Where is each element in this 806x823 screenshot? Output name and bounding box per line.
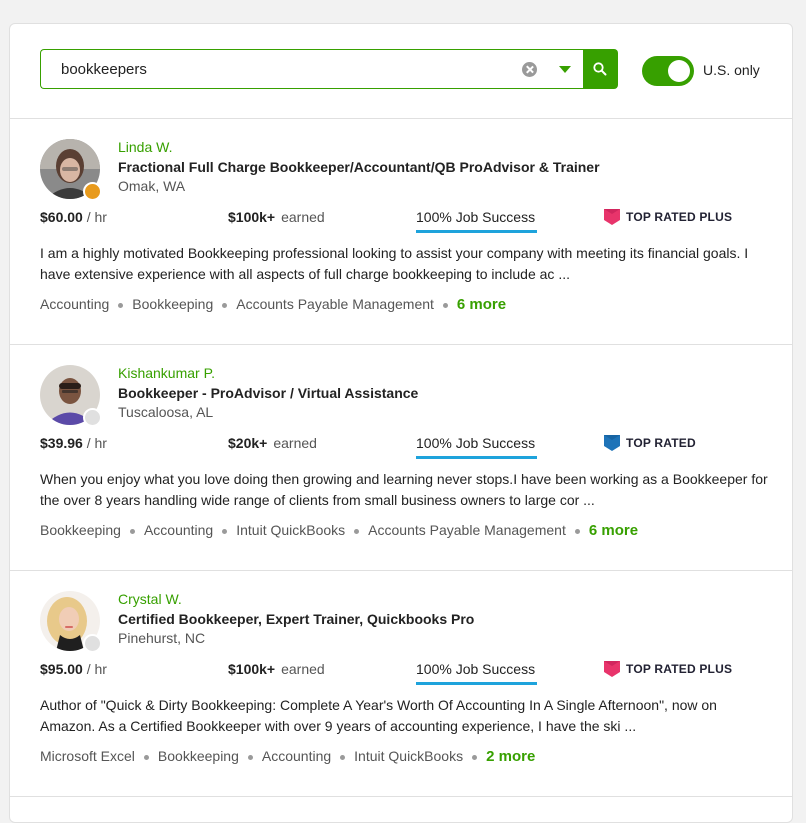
total-earned: $20k+ earned — [228, 435, 317, 451]
freelancer-location: Omak, WA — [118, 178, 186, 194]
us-only-toggle[interactable] — [642, 56, 694, 86]
separator-dot — [574, 528, 580, 534]
earned-label: earned — [273, 435, 317, 451]
clear-icon[interactable] — [522, 62, 537, 77]
rate-amount: $39.96 — [40, 435, 83, 451]
skill-tag[interactable]: Microsoft Excel — [40, 748, 135, 764]
freelancer-result[interactable]: Linda W. Fractional Full Charge Bookkeep… — [10, 119, 792, 345]
rate-unit: / hr — [86, 661, 107, 677]
skill-tag[interactable]: Accounting — [40, 296, 109, 312]
rate-amount: $60.00 — [40, 209, 83, 225]
status-offline-indicator — [83, 408, 102, 427]
more-skills-link[interactable]: 6 more — [589, 522, 638, 539]
toggle-knob — [668, 60, 690, 82]
freelancer-title: Bookkeeper - ProAdvisor / Virtual Assist… — [118, 385, 419, 401]
hourly-rate: $39.96 / hr — [40, 435, 107, 451]
earned-label: earned — [281, 209, 325, 225]
freelancer-name[interactable]: Kishankumar P. — [118, 365, 215, 381]
job-success-bar — [416, 456, 537, 459]
freelancer-title: Certified Bookkeeper, Expert Trainer, Qu… — [118, 611, 475, 627]
separator-dot — [143, 754, 149, 760]
separator-dot — [222, 528, 228, 534]
total-earned: $100k+ earned — [228, 209, 325, 225]
skill-tag[interactable]: Accounts Payable Management — [236, 296, 434, 312]
top-rated-plus-icon — [604, 209, 620, 225]
freelancer-name[interactable]: Linda W. — [118, 139, 172, 155]
skill-tag[interactable]: Bookkeeping — [40, 522, 121, 538]
status-away-indicator — [83, 182, 102, 201]
skill-tag[interactable]: Accounting — [144, 522, 213, 538]
top-rated-badge: TOP RATED — [626, 436, 696, 450]
separator-dot — [340, 754, 346, 760]
search-button[interactable] — [583, 49, 618, 89]
skill-tag[interactable]: Bookkeeping — [132, 296, 213, 312]
job-success: 100% Job Success — [416, 661, 536, 677]
skill-tag[interactable]: Intuit QuickBooks — [354, 748, 463, 764]
us-only-label: U.S. only — [703, 62, 760, 78]
freelancer-name[interactable]: Crystal W. — [118, 591, 182, 607]
separator-dot — [472, 754, 478, 760]
results-card: U.S. only Linda W. Fractional Full Charg… — [9, 23, 793, 823]
job-success: 100% Job Success — [416, 209, 536, 225]
separator-dot — [222, 302, 228, 308]
more-skills-link[interactable]: 2 more — [486, 748, 535, 765]
rate-amount: $95.00 — [40, 661, 83, 677]
search-input[interactable] — [61, 50, 501, 88]
freelancer-title: Fractional Full Charge Bookkeeper/Accoun… — [118, 159, 600, 175]
separator-dot — [118, 302, 124, 308]
skill-tag[interactable]: Intuit QuickBooks — [236, 522, 345, 538]
rate-unit: / hr — [86, 209, 107, 225]
skill-tag[interactable]: Bookkeeping — [158, 748, 239, 764]
more-skills-link[interactable]: 6 more — [457, 296, 506, 313]
top-rated-icon — [604, 435, 620, 451]
total-earned: $100k+ earned — [228, 661, 325, 677]
earned-label: earned — [281, 661, 325, 677]
search-bar: U.S. only — [10, 24, 792, 119]
freelancer-location: Pinehurst, NC — [118, 630, 206, 646]
skill-tag[interactable]: Accounts Payable Management — [368, 522, 566, 538]
freelancer-result[interactable]: Crystal W. Certified Bookkeeper, Expert … — [10, 571, 792, 797]
skills-list: Bookkeeping Accounting Intuit QuickBooks Ac… — [40, 522, 638, 539]
freelancer-location: Tuscaloosa, AL — [118, 404, 214, 420]
separator-dot — [442, 302, 448, 308]
freelancer-description: When you enjoy what you love doing then … — [40, 471, 768, 508]
top-rated-badge: TOP RATED PLUS — [626, 662, 733, 676]
freelancer-description: Author of "Quick & Dirty Bookkeeping: Co… — [40, 697, 717, 734]
skills-list: Accounting Bookkeeping Accounts Payable Ma… — [40, 296, 506, 313]
skill-tag[interactable]: Accounting — [262, 748, 331, 764]
top-rated-badge: TOP RATED PLUS — [626, 210, 733, 224]
separator-dot — [247, 754, 253, 760]
freelancer-result[interactable]: Kishankumar P. Bookkeeper - ProAdvisor /… — [10, 345, 792, 571]
hourly-rate: $95.00 / hr — [40, 661, 107, 677]
job-success-bar — [416, 682, 537, 685]
search-icon — [593, 62, 607, 76]
rate-unit: / hr — [86, 435, 107, 451]
status-offline-indicator — [83, 634, 102, 653]
chevron-down-icon[interactable] — [559, 66, 571, 73]
skills-list: Microsoft Excel Bookkeeping Accounting Intu… — [40, 748, 535, 765]
earned-amount: $20k+ — [228, 435, 268, 451]
separator-dot — [129, 528, 135, 534]
search-box — [40, 49, 584, 89]
earned-amount: $100k+ — [228, 209, 276, 225]
hourly-rate: $60.00 / hr — [40, 209, 107, 225]
job-success-bar — [416, 230, 537, 233]
job-success: 100% Job Success — [416, 435, 536, 451]
earned-amount: $100k+ — [228, 661, 276, 677]
separator-dot — [354, 528, 360, 534]
top-rated-plus-icon — [604, 661, 620, 677]
freelancer-description: I am a highly motivated Bookkeeping prof… — [40, 245, 749, 282]
